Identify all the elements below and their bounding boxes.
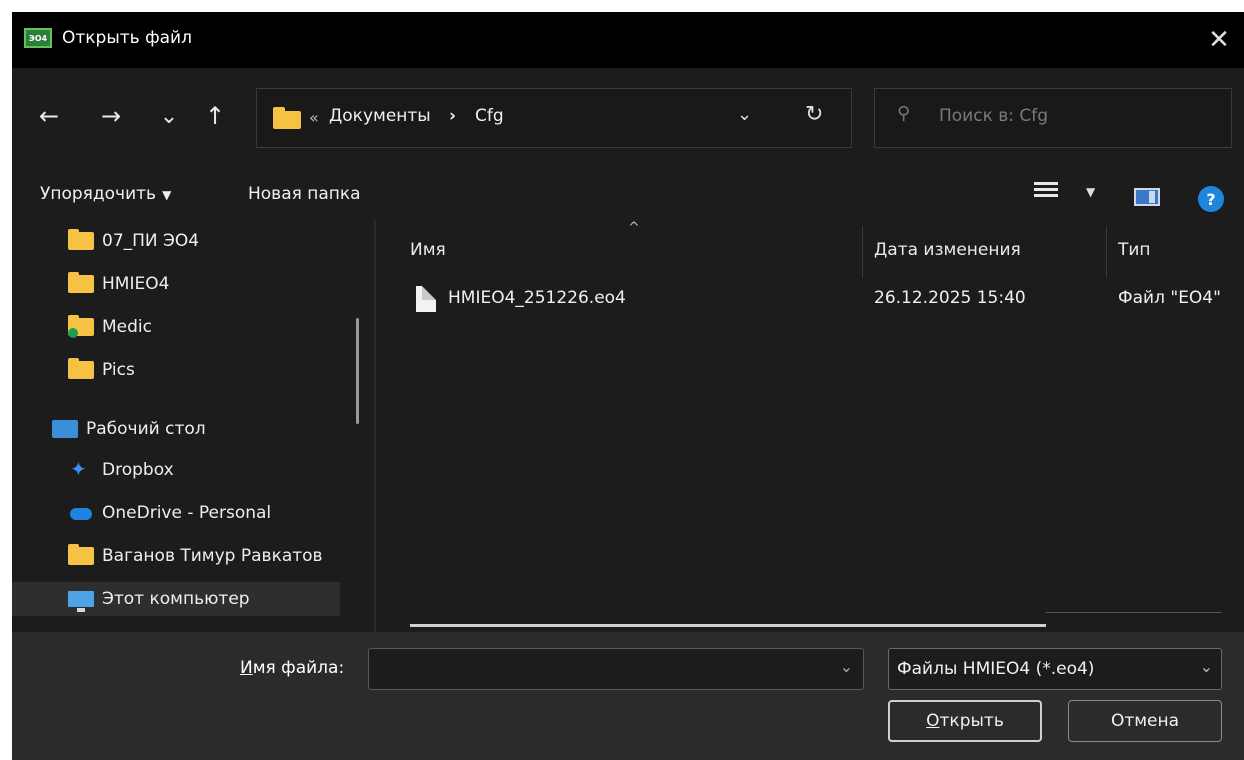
folder-icon [273,107,301,129]
new-folder-button[interactable]: Новая папка [248,184,361,204]
breadcrumb-cfg[interactable]: Cfg [475,106,504,126]
filename-field[interactable]: ⌄ [368,648,864,690]
open-file-dialog: ЭО4 Открыть файл ✕ ← → ⌄ ↑ « Документы ›… [12,12,1244,760]
computer-icon [68,591,94,612]
sidebar-item-label: HMIEO4 [102,274,170,294]
organize-button[interactable]: Упорядочить ▼ [40,184,171,204]
sidebar-item-this-pc[interactable]: Этот компьютер [12,582,340,616]
sidebar-item-label: Этот компьютер [102,589,250,609]
dropbox-icon [68,457,94,481]
sidebar-item-label: Рабочий стол [86,419,206,439]
up-button[interactable]: ↑ [198,98,232,134]
navigation-bar: ← → ⌄ ↑ « Документы › Cfg ⌄ ↻ ⚲ Поиск в:… [12,68,1244,172]
bottom-bar: Имя файла: ⌄ Файлы HMIEO4 (*.eo4) ⌄ Откр… [12,632,1244,760]
horizontal-scrollbar[interactable] [410,624,1046,627]
sidebar-item-medic[interactable]: Medic [68,310,152,344]
file-type: Файл "EO4" [1118,288,1221,308]
file-row[interactable]: HMIEO4_251226.eo4 26.12.2025 15:40 Файл … [376,282,1244,316]
filename-label-accesskey: И [240,658,253,678]
column-separator[interactable] [862,226,863,278]
column-header-date[interactable]: Дата изменения [874,240,1021,260]
title-bar: ЭО4 Открыть файл ✕ [12,12,1244,68]
cancel-button[interactable]: Отмена [1068,700,1222,742]
file-icon [416,286,436,312]
refresh-button[interactable]: ↻ [805,102,823,127]
folder-icon [68,544,94,565]
filename-label: Имя файла: [240,658,344,678]
column-header-type[interactable]: Тип [1118,240,1151,260]
file-type-filter-value: Файлы HMIEO4 (*.eo4) [897,659,1095,679]
preview-pane-icon[interactable] [1134,188,1160,206]
folder-icon [68,229,94,250]
file-list: ^ Имя Дата изменения Тип HMIEO4_251226.e… [376,220,1244,632]
file-date-modified: 26.12.2025 15:40 [874,288,1026,308]
chevron-down-icon[interactable]: ⌄ [1200,657,1213,676]
view-options-icon[interactable] [1034,182,1058,204]
search-icon: ⚲ [897,103,911,124]
organize-label: Упорядочить [40,184,157,204]
forward-button[interactable]: → [94,98,128,134]
folder-sync-icon [68,315,94,338]
navigation-pane: 07_ПИ ЭО4 HMIEO4 Medic Pics Рабочий стол… [12,220,374,632]
column-separator[interactable] [1106,226,1107,278]
close-button[interactable]: ✕ [1194,12,1244,68]
chevron-down-icon[interactable]: ⌄ [840,657,853,676]
sidebar-item-label: Ваганов Тимур Равкатов [102,546,323,566]
sidebar-item-desktop[interactable]: Рабочий стол [52,412,206,446]
search-input[interactable]: Поиск в: Cfg [939,106,1048,126]
horizontal-scroll-track [1046,612,1222,613]
search-box[interactable]: ⚲ Поиск в: Cfg [874,88,1232,148]
address-dropdown-button[interactable]: ⌄ [737,104,752,125]
sidebar-item-onedrive[interactable]: OneDrive - Personal [68,496,271,530]
filename-label-text: мя файла: [252,658,345,678]
sidebar-item-dropbox[interactable]: Dropbox [68,453,174,487]
sidebar-item-label: Pics [102,360,135,380]
caret-down-icon: ▼ [162,188,172,202]
folder-icon [68,358,94,379]
desktop-icon [52,420,78,438]
sidebar-item-hmieo4[interactable]: HMIEO4 [68,267,169,301]
dialog-title: Открыть файл [62,28,192,48]
folder-icon [68,272,94,293]
breadcrumb-separator[interactable]: › [449,106,456,126]
sidebar-item-label: OneDrive - Personal [102,503,272,523]
sidebar-scrollbar[interactable] [356,318,359,424]
sidebar-item-user-folder[interactable]: Ваганов Тимур Равкатов [68,539,323,573]
file-type-filter[interactable]: Файлы HMIEO4 (*.eo4) ⌄ [888,648,1222,690]
sort-ascending-icon: ^ [628,220,640,236]
help-icon[interactable]: ? [1198,186,1224,212]
open-accesskey: О [926,711,940,731]
sidebar-item-label: Medic [102,317,152,337]
recent-locations-button[interactable]: ⌄ [152,98,186,134]
back-button[interactable]: ← [32,98,66,134]
view-options-dropdown[interactable]: ▼ [1086,185,1095,199]
app-icon: ЭО4 [24,28,52,48]
breadcrumb-documents[interactable]: Документы [329,106,431,126]
sidebar-item-label: 07_ПИ ЭО4 [102,231,200,251]
sidebar-item-07-pi-eo4[interactable]: 07_ПИ ЭО4 [68,224,199,258]
command-bar: Упорядочить ▼ Новая папка ▼ ? [12,172,1244,220]
sidebar-item-label: Dropbox [102,460,174,480]
breadcrumb-overflow[interactable]: « [309,108,319,127]
open-label: ткрыть [939,711,1004,731]
open-button[interactable]: Открыть [888,700,1042,742]
sidebar-item-pics[interactable]: Pics [68,353,135,387]
onedrive-icon [68,504,94,522]
file-name: HMIEO4_251226.eo4 [448,288,626,308]
address-bar[interactable]: « Документы › Cfg ⌄ ↻ [256,88,852,148]
column-header-name[interactable]: Имя [410,240,446,260]
